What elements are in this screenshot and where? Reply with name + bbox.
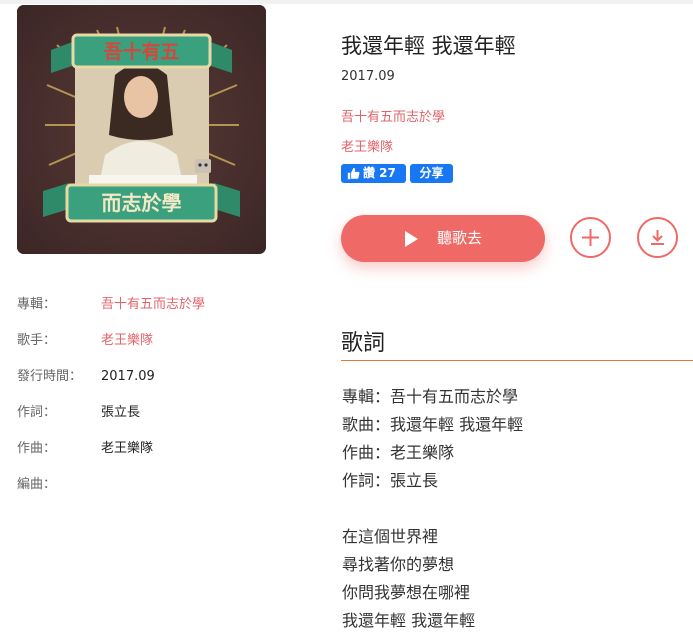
meta-value: 2017.09 [101, 369, 155, 384]
meta-label: 專輯： [17, 297, 57, 312]
artist-link[interactable]: 老王樂隊 [341, 136, 393, 155]
meta-row-arranger: 編曲： [17, 477, 307, 513]
release-date: 2017.09 [341, 69, 395, 84]
meta-label: 發行時間： [17, 369, 83, 384]
lyric-line: 在這個世界裡 [342, 527, 439, 546]
album-cover-art: 吾十有五 而志於學 [17, 5, 266, 254]
album-link[interactable]: 吾十有五而志於學 [341, 106, 445, 125]
song-title: 我還年輕 我還年輕 [341, 34, 516, 58]
lyrics-stanza-gap [342, 497, 692, 525]
download-icon [651, 230, 664, 245]
cover-banner-top: 吾十有五 [103, 40, 179, 63]
download-button[interactable] [637, 217, 678, 258]
meta-album-link[interactable]: 吾十有五而志於學 [101, 297, 205, 313]
thumbs-up-icon [347, 167, 360, 180]
add-to-playlist-button[interactable] [570, 217, 611, 258]
meta-row-release-date: 發行時間： 2017.09 [17, 369, 307, 405]
meta-artist-link[interactable]: 老王樂隊 [101, 333, 153, 349]
lyrics-credit-line: 作曲：老王樂隊 [342, 443, 455, 462]
meta-label: 作詞： [17, 405, 57, 420]
top-bar [0, 0, 693, 4]
lyrics-credit-line: 專輯：吾十有五而志於學 [342, 387, 519, 406]
song-meta-table: 專輯： 吾十有五而志於學 歌手： 老王樂隊 發行時間： 2017.09 作詞： … [17, 297, 307, 513]
lyrics-body: 專輯：吾十有五而志於學 歌曲：我還年輕 我還年輕 作曲：老王樂隊 作詞：張立長 … [342, 385, 692, 637]
facebook-share-button[interactable]: 分享 [410, 164, 453, 183]
meta-row-album: 專輯： 吾十有五而志於學 [17, 297, 307, 333]
meta-label: 歌手： [17, 333, 57, 348]
lyrics-credit-line: 歌曲：我還年輕 我還年輕 [342, 415, 524, 434]
meta-label: 編曲： [17, 477, 57, 492]
play-icon [405, 231, 418, 247]
album-cover: 吾十有五 而志於學 [17, 5, 266, 254]
listen-button-label: 聽歌去 [437, 229, 483, 247]
cover-banner-bottom: 而志於學 [102, 191, 182, 215]
meta-value: 老王樂隊 [101, 441, 154, 456]
lyric-line: 尋找著你的夢想 [342, 555, 455, 574]
meta-row-lyricist: 作詞： 張立長 [17, 405, 307, 441]
lyric-line: 你問我夢想在哪裡 [342, 583, 471, 602]
facebook-like-button[interactable]: 讚 27 [341, 164, 406, 183]
meta-row-composer: 作曲： 老王樂隊 [17, 441, 307, 477]
lyrics-divider [341, 360, 693, 361]
lyrics-credit-line: 作詞：張立長 [342, 471, 439, 490]
meta-value: 張立長 [101, 405, 141, 420]
meta-row-artist: 歌手： 老王樂隊 [17, 333, 307, 369]
like-count: 讚 27 [363, 166, 396, 180]
lyrics-heading: 歌詞 [341, 331, 386, 356]
plus-icon [582, 229, 599, 246]
lyric-line: 我還年輕 我還年輕 [342, 611, 476, 630]
meta-label: 作曲： [17, 441, 57, 456]
listen-button[interactable]: 聽歌去 [341, 215, 545, 262]
